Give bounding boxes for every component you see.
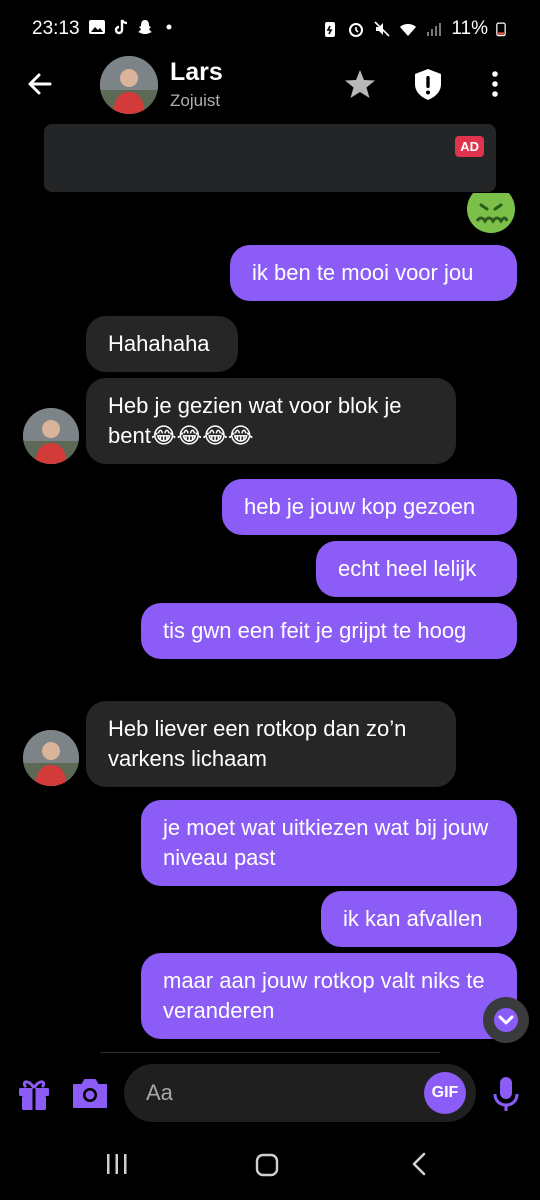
more-vertical-icon[interactable]	[480, 66, 510, 102]
gift-icon[interactable]	[16, 1074, 52, 1112]
back-arrow-icon[interactable]	[20, 64, 60, 104]
message-outgoing[interactable]: maar aan jouw rotkop valt niks te verand…	[141, 953, 517, 1039]
contact-name[interactable]: Lars	[170, 58, 223, 87]
nav-back-icon[interactable]	[408, 1151, 430, 1177]
ad-banner[interactable]: AD	[44, 124, 496, 192]
alarm-icon	[349, 23, 364, 37]
contact-avatar[interactable]	[100, 56, 158, 114]
scroll-to-bottom-button[interactable]	[483, 997, 529, 1043]
shield-alert-icon[interactable]	[410, 66, 446, 102]
star-icon[interactable]	[342, 66, 378, 102]
camera-icon[interactable]	[70, 1074, 110, 1112]
home-icon[interactable]	[254, 1152, 280, 1178]
status-right: 11%	[321, 18, 506, 40]
dot-icon	[166, 24, 172, 30]
mute-icon	[374, 21, 390, 37]
gif-button[interactable]: GIF	[424, 1072, 466, 1114]
battery-level: 11%	[451, 18, 488, 39]
status-time: 23:13	[32, 18, 80, 39]
message-incoming[interactable]: Heb liever een rotkop dan zo’n varkens l…	[86, 701, 456, 787]
ad-badge: AD	[455, 136, 484, 157]
message-outgoing[interactable]: je moet wat uitkiezen wat bij jouw nivea…	[141, 800, 517, 886]
message-incoming[interactable]: Heb je gezien wat voor blok je bent😂😂😂😂	[86, 378, 456, 464]
message-incoming[interactable]: Hahahaha	[86, 316, 238, 372]
tiktok-icon	[114, 19, 128, 35]
nauseated-emoji	[467, 193, 515, 237]
battery-saver-icon	[325, 22, 336, 37]
gallery-icon	[89, 20, 105, 34]
message-outgoing[interactable]: ik kan afvallen	[321, 891, 517, 947]
sender-avatar[interactable]	[23, 730, 79, 786]
status-notification-icons	[88, 18, 178, 36]
contact-status: Zojuist	[170, 91, 221, 110]
message-outgoing[interactable]: echt heel lelijk	[316, 541, 517, 597]
chevron-down-icon	[494, 1008, 518, 1032]
message-outgoing[interactable]: heb je jouw kop gezoen	[222, 479, 517, 535]
battery-icon	[496, 22, 506, 37]
snapchat-icon	[138, 20, 152, 34]
message-outgoing[interactable]: ik ben te mooi voor jou	[230, 245, 517, 301]
recent-apps-icon[interactable]	[104, 1152, 130, 1176]
wifi-icon	[400, 24, 417, 36]
signal-icon	[427, 23, 442, 36]
composer-divider	[100, 1052, 440, 1053]
message-outgoing[interactable]: tis gwn een feit je grijpt te hoog	[141, 603, 517, 659]
mic-icon[interactable]	[492, 1074, 520, 1114]
sender-avatar[interactable]	[23, 408, 79, 464]
